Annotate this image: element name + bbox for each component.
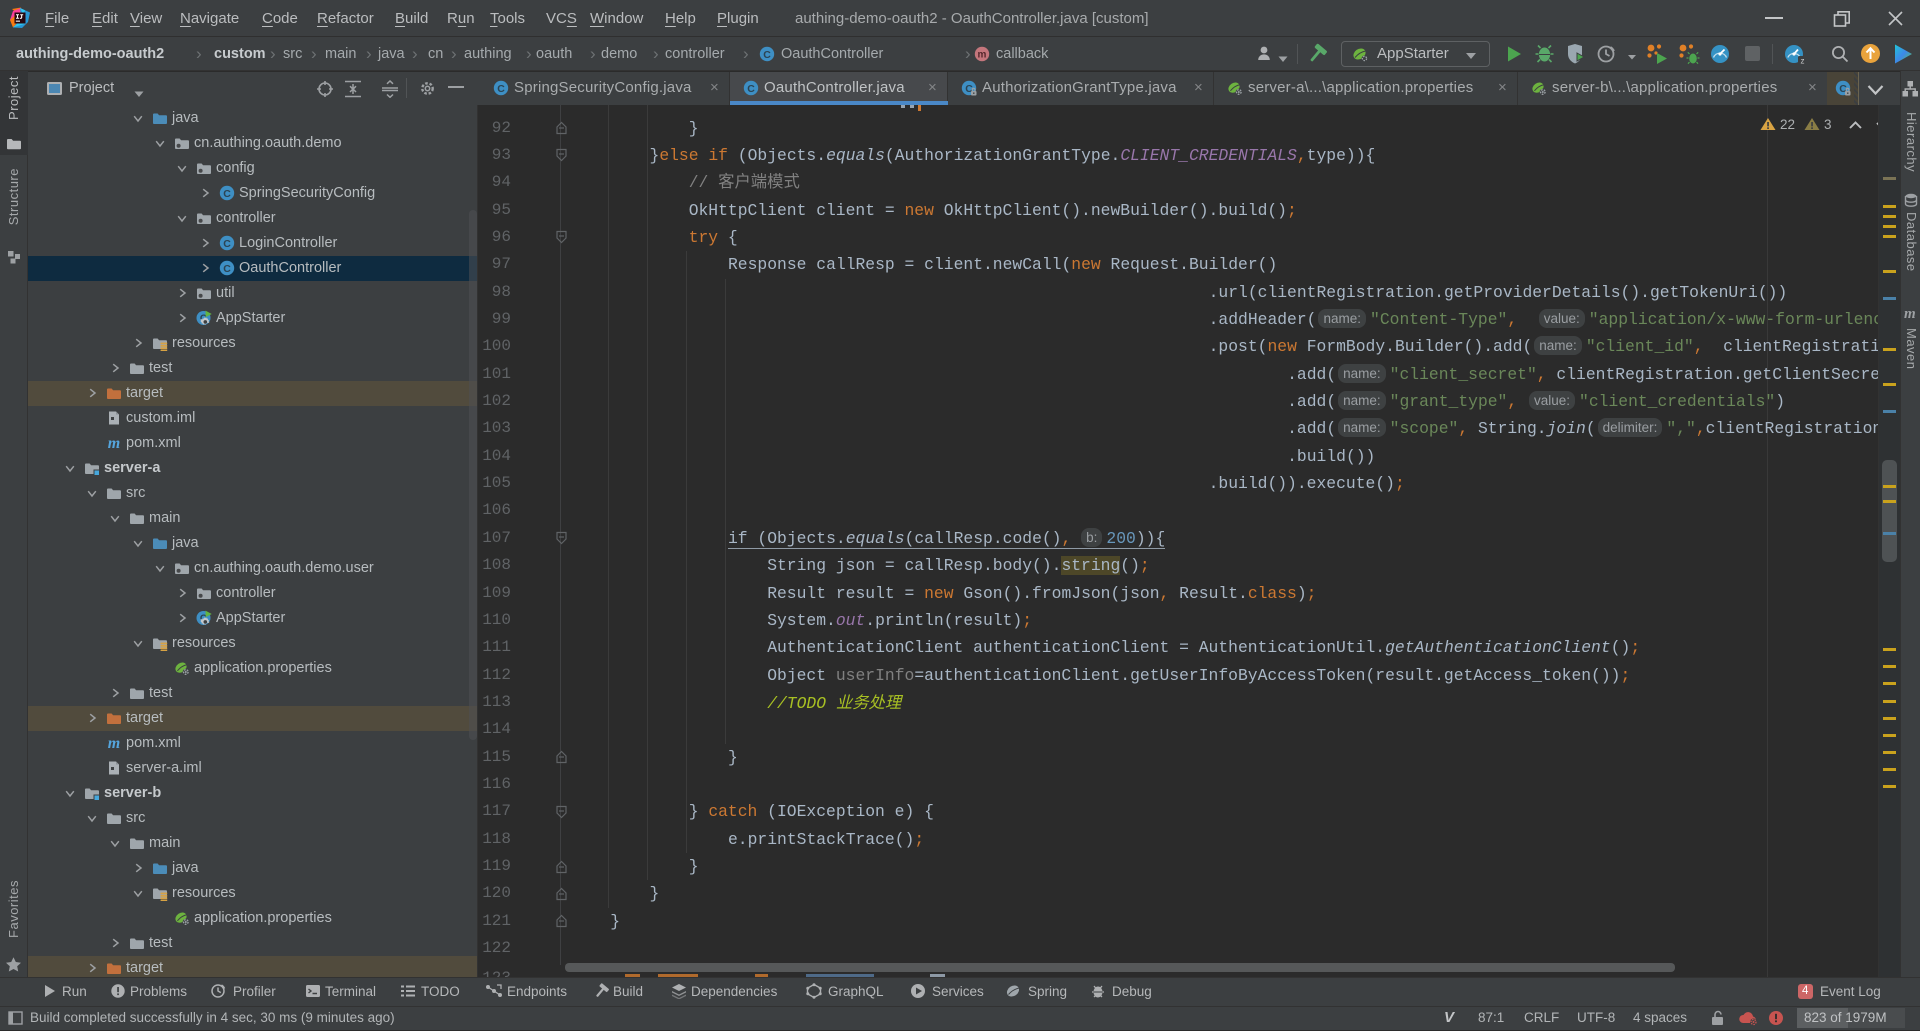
svg-text:m: m [978, 50, 987, 61]
svg-text:C: C [747, 83, 755, 95]
svg-text:C: C [223, 187, 231, 199]
svg-text:z: z [1801, 57, 1805, 66]
svg-text:C: C [763, 49, 771, 61]
svg-text:m: m [108, 435, 120, 451]
svg-text:C: C [223, 237, 231, 249]
svg-text:C: C [497, 83, 505, 95]
svg-text:C: C [223, 262, 231, 274]
svg-text:m: m [108, 735, 120, 751]
